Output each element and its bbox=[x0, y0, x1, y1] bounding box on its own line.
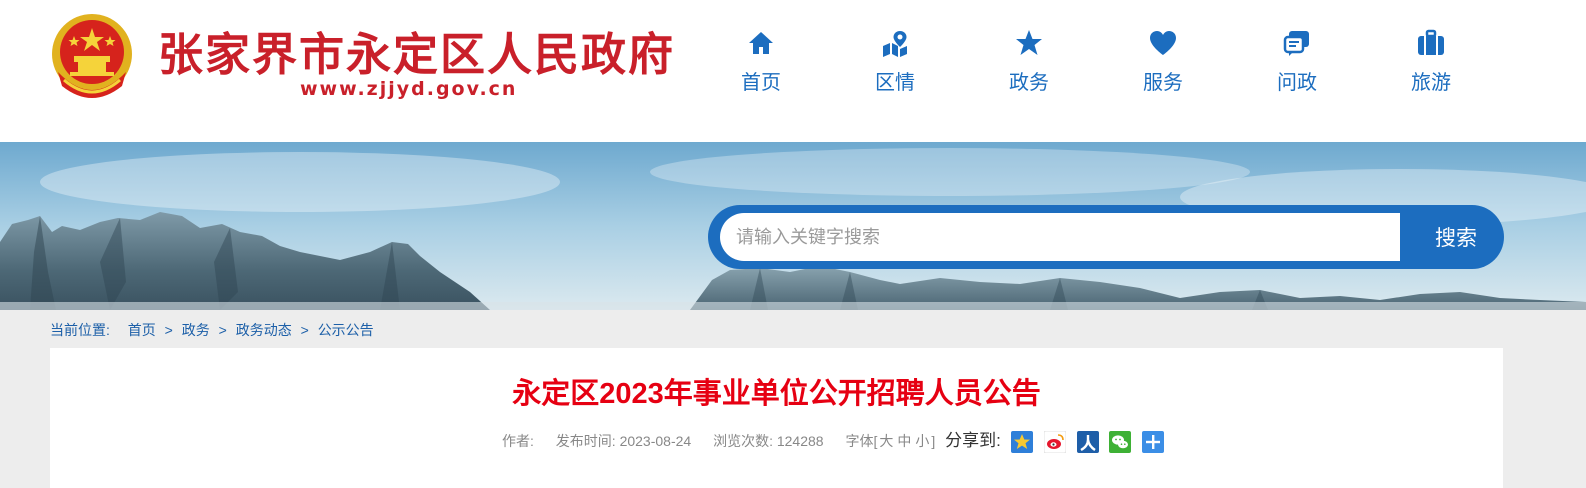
nav-item-service[interactable]: 服务 bbox=[1096, 28, 1230, 98]
map-location-icon bbox=[883, 31, 907, 57]
weibo-icon[interactable] bbox=[1043, 431, 1066, 454]
author-label: 作者: bbox=[502, 433, 534, 449]
national-emblem-icon bbox=[52, 14, 132, 98]
luggage-icon bbox=[1418, 29, 1444, 55]
article-title: 永定区2023年事业单位公开招聘人员公告 bbox=[512, 378, 1041, 410]
nav-item-government[interactable]: 政务 bbox=[962, 28, 1096, 98]
breadcrumb-item-government[interactable]: 政务 bbox=[182, 320, 210, 340]
breadcrumb-label: 当前位置: bbox=[50, 322, 110, 338]
more-share-icon[interactable] bbox=[1142, 431, 1165, 454]
nav-item-inquiry[interactable]: 问政 bbox=[1230, 28, 1364, 98]
breadcrumb-separator: > bbox=[218, 322, 227, 338]
nav-item-tourism[interactable]: 旅游 bbox=[1364, 28, 1498, 98]
font-size-large-link[interactable]: 大 bbox=[877, 431, 895, 451]
font-size-label: 字体[ bbox=[845, 433, 878, 449]
nav-label: 首页 bbox=[741, 72, 781, 94]
star-icon bbox=[1016, 30, 1042, 55]
breadcrumb-item-announcements[interactable]: 公示公告 bbox=[318, 320, 374, 340]
publish-date: 2023-08-24 bbox=[619, 433, 692, 449]
nav-label: 服务 bbox=[1143, 72, 1183, 94]
share-label: 分享到: bbox=[945, 431, 1001, 450]
renren-icon[interactable] bbox=[1076, 431, 1099, 454]
site-header: 张家界市永定区人民政府 www.zjjyd.gov.cn 首页 区情 政务 服务… bbox=[0, 0, 1586, 142]
nav-label: 政务 bbox=[1009, 72, 1049, 94]
qzone-icon[interactable] bbox=[1010, 431, 1033, 454]
chat-icon bbox=[1283, 31, 1309, 56]
breadcrumb: 当前位置: 首页 > 政务 > 政务动态 > 公示公告 bbox=[50, 320, 374, 340]
search-input[interactable] bbox=[720, 213, 1400, 261]
share-icons bbox=[1010, 431, 1172, 454]
site-url[interactable]: www.zjjyd.gov.cn bbox=[300, 78, 517, 100]
font-size-medium-link[interactable]: 中 bbox=[895, 431, 913, 451]
search-button[interactable]: 搜索 bbox=[1408, 205, 1504, 269]
nav-label: 问政 bbox=[1277, 72, 1317, 94]
wechat-icon[interactable] bbox=[1109, 431, 1132, 454]
font-size-small-link[interactable]: 小 bbox=[913, 431, 931, 451]
article-meta: 作者: 发布时间: 2023-08-24 浏览次数: 124288 字体[大中小… bbox=[502, 426, 1172, 454]
main-nav: 首页 区情 政务 服务 问政 旅游 bbox=[694, 28, 1498, 98]
nav-label: 旅游 bbox=[1411, 72, 1451, 94]
search-bar: 搜索 bbox=[708, 205, 1504, 269]
publish-label: 发布时间: bbox=[555, 433, 616, 449]
views-label: 浏览次数: bbox=[713, 433, 773, 449]
breadcrumb-item-home[interactable]: 首页 bbox=[128, 320, 156, 340]
breadcrumb-separator: > bbox=[300, 322, 309, 338]
heart-icon bbox=[1150, 31, 1176, 55]
font-size-close: ] bbox=[931, 433, 936, 449]
nav-item-district[interactable]: 区情 bbox=[828, 28, 962, 98]
home-icon bbox=[749, 32, 773, 54]
nav-label: 区情 bbox=[875, 72, 915, 94]
site-name: 张家界市永定区人民政府 bbox=[158, 30, 676, 80]
breadcrumb-item-government-news[interactable]: 政务动态 bbox=[236, 320, 292, 340]
article-card: 永定区2023年事业单位公开招聘人员公告 作者: 发布时间: 2023-08-2… bbox=[50, 348, 1503, 488]
nav-item-home[interactable]: 首页 bbox=[694, 28, 828, 98]
views-count: 124288 bbox=[776, 433, 824, 449]
breadcrumb-separator: > bbox=[164, 322, 173, 338]
